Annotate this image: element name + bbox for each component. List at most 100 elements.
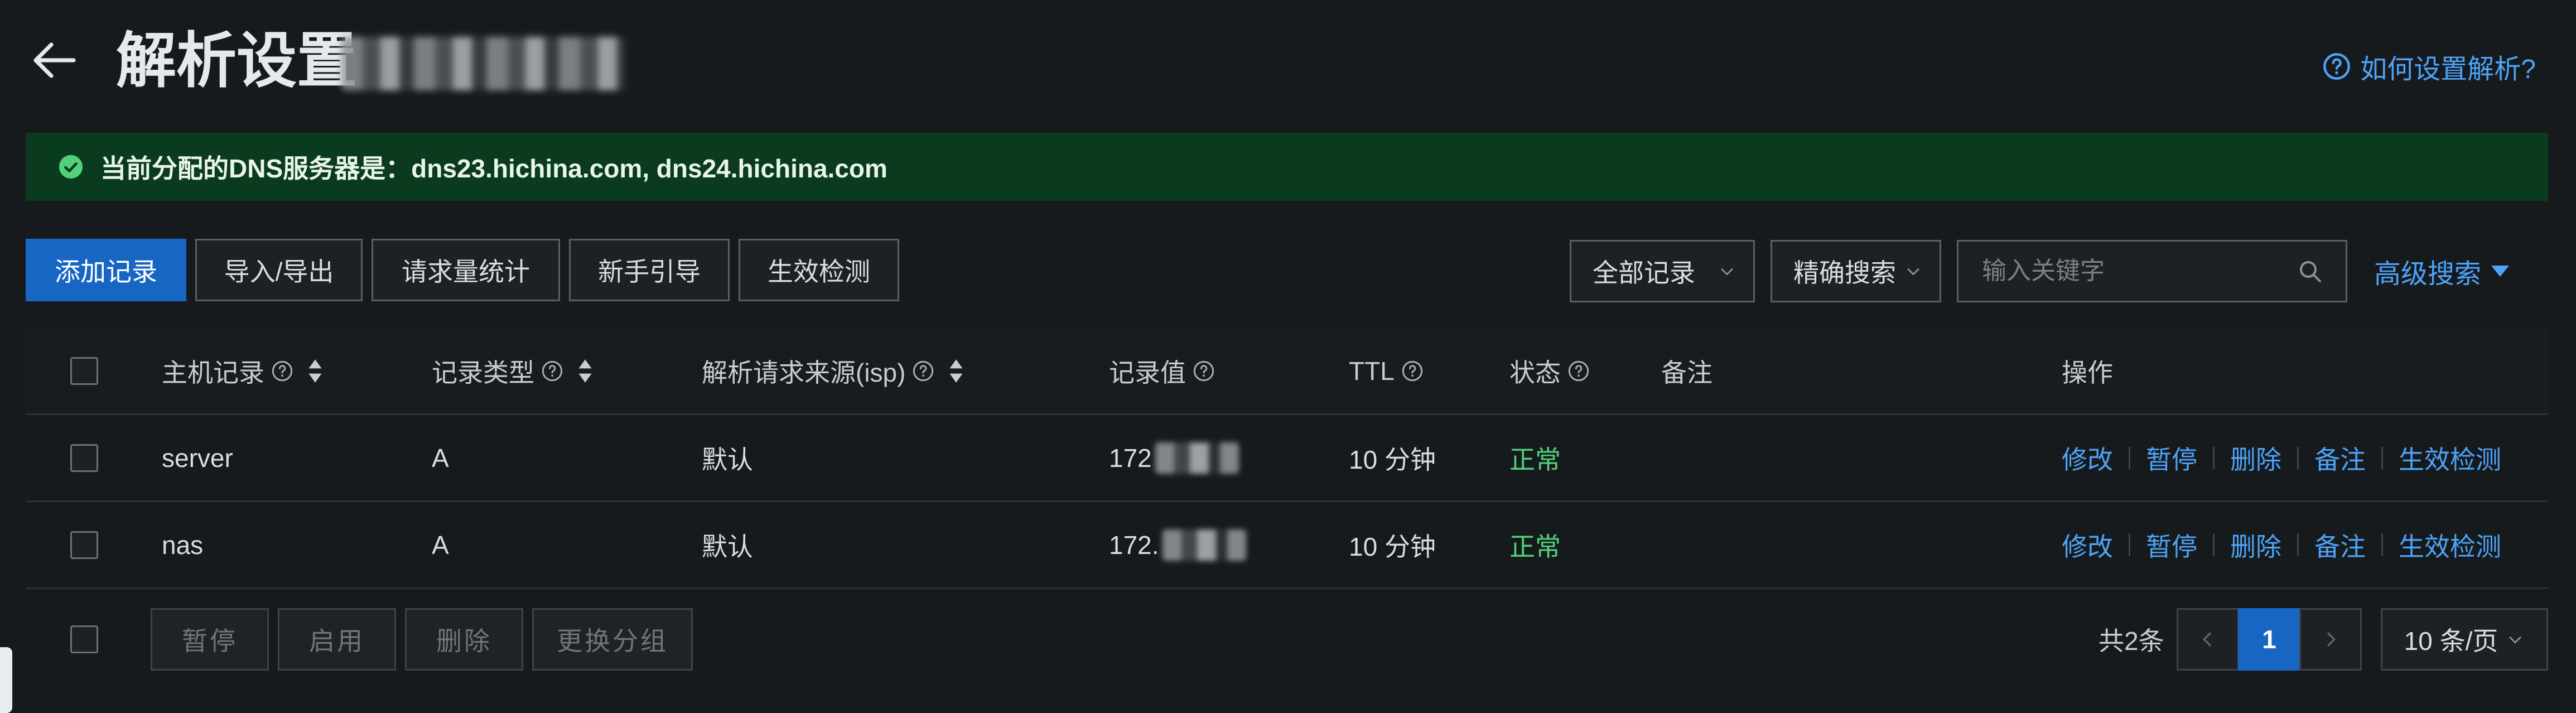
search-icon[interactable] <box>2297 258 2323 285</box>
page-title: 解析设置 <box>116 27 358 94</box>
batch-pause-button[interactable]: 暂停 <box>151 608 269 671</box>
sort-icon[interactable] <box>948 358 964 384</box>
table-footer: 暂停 启用 删除 更换分组 共2条 1 10 条/页 <box>26 603 2548 675</box>
request-stats-button[interactable]: 请求量统计 <box>372 239 560 301</box>
divider <box>2213 533 2215 556</box>
redacted-domain <box>341 37 625 90</box>
page-header: 解析设置 如何设置解析? <box>0 0 2576 124</box>
modify-link[interactable]: 修改 <box>2062 527 2113 563</box>
import-export-button[interactable]: 导入/导出 <box>195 239 363 301</box>
col-host[interactable]: 主机记录 <box>162 328 324 413</box>
col-type[interactable]: 记录类型 <box>432 328 594 413</box>
search-mode-value: 精确搜索 <box>1793 258 1896 287</box>
advanced-search-label[interactable]: 高级搜索 <box>2374 252 2481 291</box>
question-icon[interactable] <box>1193 360 1215 382</box>
divider <box>2297 446 2299 469</box>
divider <box>2381 446 2383 469</box>
divider <box>2297 533 2299 556</box>
filter-tools: 全部记录 精确搜索 高级搜索 <box>1570 239 2510 303</box>
value-text: 172. <box>1109 530 1159 560</box>
table-row: server A 默认 172 10 分钟 正常 修改 暂停 删除 备注 生效检… <box>26 415 2548 502</box>
ttl-cell: 10 分钟 <box>1349 532 1436 561</box>
help-link[interactable]: 如何设置解析? <box>2322 47 2536 86</box>
col-value: 记录值 <box>1109 328 1215 413</box>
row-checkbox[interactable] <box>70 531 98 559</box>
sort-icon[interactable] <box>577 358 594 384</box>
isp-cell: 默认 <box>702 445 753 474</box>
table-header-row: 主机记录 记录类型 解析请求来源(isp) 记录值 TTL 状态 备注 操作 <box>26 328 2548 415</box>
page-size-value: 10 条/页 <box>2404 627 2498 656</box>
ttl-cell: 10 分钟 <box>1349 445 1436 474</box>
delete-link[interactable]: 删除 <box>2230 527 2281 563</box>
status-badge: 正常 <box>1509 532 1561 561</box>
remark-link[interactable]: 备注 <box>2314 527 2366 563</box>
record-filter-select[interactable]: 全部记录 <box>1570 240 1755 302</box>
modify-link[interactable]: 修改 <box>2062 440 2113 476</box>
col-host-label: 主机记录 <box>162 358 264 387</box>
col-isp[interactable]: 解析请求来源(isp) <box>702 328 964 413</box>
record-toolbar: 添加记录 导入/导出 请求量统计 新手引导 生效检测 <box>26 239 899 303</box>
delete-link[interactable]: 删除 <box>2230 440 2281 476</box>
value-text: 172 <box>1109 443 1152 473</box>
search-mode-select[interactable]: 精确搜索 <box>1771 240 1941 302</box>
check-link[interactable]: 生效检测 <box>2399 440 2501 476</box>
footer-select-cell <box>70 625 98 653</box>
row-actions: 修改 暂停 删除 备注 生效检测 <box>2062 502 2501 587</box>
chevron-left-icon <box>2202 632 2212 647</box>
beginner-guide-button[interactable]: 新手引导 <box>569 239 730 301</box>
help-icon <box>2323 53 2351 80</box>
chevron-down-icon <box>1907 268 1919 276</box>
total-count: 共2条 <box>2099 627 2164 656</box>
change-group-button[interactable]: 更换分组 <box>532 608 693 671</box>
col-actions-label: 操作 <box>2062 358 2113 387</box>
pause-link[interactable]: 暂停 <box>2146 527 2197 563</box>
col-ttl-label: TTL <box>1349 356 1395 386</box>
back-arrow-icon[interactable] <box>27 33 80 87</box>
type-cell: A <box>432 530 449 560</box>
row-actions: 修改 暂停 删除 备注 生效检测 <box>2062 415 2501 500</box>
question-icon[interactable] <box>912 360 934 382</box>
batch-enable-button[interactable]: 启用 <box>278 608 396 671</box>
col-isp-label: 解析请求来源(isp) <box>702 358 906 387</box>
check-circle-icon <box>59 155 83 179</box>
next-page-button[interactable] <box>2299 608 2362 671</box>
col-status-label: 状态 <box>1509 358 1561 387</box>
alert-text: 当前分配的DNS服务器是：dns23.hichina.com, dns24.hi… <box>100 154 887 183</box>
select-all-checkbox[interactable] <box>70 356 98 385</box>
question-icon[interactable] <box>271 360 293 382</box>
isp-cell: 默认 <box>702 532 753 561</box>
host-cell: nas <box>162 530 204 560</box>
row-checkbox[interactable] <box>70 444 98 472</box>
search-input[interactable] <box>1981 257 2295 286</box>
effect-check-button[interactable]: 生效检测 <box>739 239 899 301</box>
status-badge: 正常 <box>1509 445 1561 474</box>
select-all-checkbox-footer[interactable] <box>70 625 98 653</box>
question-icon[interactable] <box>541 360 563 382</box>
type-cell: A <box>432 443 449 473</box>
value-cell: 172 <box>1109 415 1239 500</box>
page-size-select[interactable]: 10 条/页 <box>2381 608 2548 671</box>
redacted-ip <box>1162 529 1246 561</box>
help-link-label[interactable]: 如何设置解析? <box>2360 47 2536 86</box>
pause-link[interactable]: 暂停 <box>2146 440 2197 476</box>
add-record-button[interactable]: 添加记录 <box>26 239 186 301</box>
record-filter-value: 全部记录 <box>1593 258 1695 287</box>
page-1-button[interactable]: 1 <box>2238 608 2300 671</box>
advanced-search-link[interactable]: 高级搜索 <box>2374 252 2510 291</box>
question-icon[interactable] <box>1567 360 1590 382</box>
redacted-ip <box>1155 442 1239 474</box>
sort-icon[interactable] <box>307 358 324 384</box>
divider <box>2129 533 2130 556</box>
remark-link[interactable]: 备注 <box>2314 440 2366 476</box>
side-edge-tab[interactable] <box>0 647 12 713</box>
question-icon[interactable] <box>1401 360 1424 382</box>
select-all-cell <box>70 328 98 413</box>
row-select-cell <box>70 502 98 587</box>
check-link[interactable]: 生效检测 <box>2399 527 2501 563</box>
divider <box>2213 446 2215 469</box>
col-value-label: 记录值 <box>1109 358 1186 387</box>
row-select-cell <box>70 415 98 500</box>
divider <box>2381 533 2383 556</box>
prev-page-button[interactable] <box>2177 608 2239 671</box>
batch-delete-button[interactable]: 删除 <box>405 608 523 671</box>
